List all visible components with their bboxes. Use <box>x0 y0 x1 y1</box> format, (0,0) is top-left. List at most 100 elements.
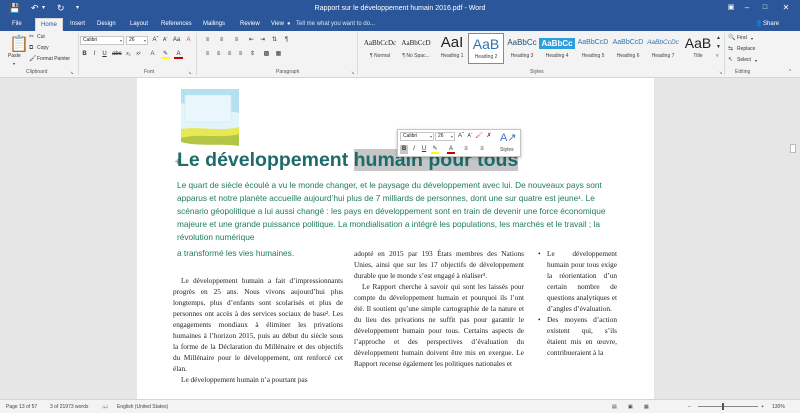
subscript-button[interactable]: x₂ <box>124 50 133 59</box>
ribbon-display-icon[interactable]: ▣ <box>724 2 738 14</box>
underline-button[interactable]: U <box>100 50 109 59</box>
style-heading-5[interactable]: AaBbCcD Heading 5 <box>575 33 611 64</box>
tab-review[interactable]: Review <box>240 20 260 28</box>
paragraph-dialog-launcher-icon[interactable]: ↘ <box>351 69 354 76</box>
clear-formatting-icon[interactable]: A <box>184 36 193 45</box>
close-icon[interactable]: ✕ <box>779 2 793 14</box>
tab-design[interactable]: Design <box>97 20 116 28</box>
align-left-icon[interactable]: ≡ <box>203 50 212 59</box>
select-button[interactable]: Select <box>737 57 751 64</box>
web-layout-icon[interactable]: ▦ <box>644 403 649 411</box>
format-painter-icon[interactable]: 🖌 <box>475 132 483 141</box>
shrink-font-icon[interactable]: Aˇ <box>466 132 474 141</box>
mini-styles-button[interactable]: Styles <box>500 147 514 154</box>
clear-formatting-icon[interactable]: ✗ <box>485 132 493 141</box>
font-dialog-launcher-icon[interactable]: ↘ <box>188 69 191 76</box>
highlight-color-icon[interactable]: ✎ <box>431 145 439 154</box>
zoom-slider-handle[interactable] <box>722 403 724 410</box>
text-column-3[interactable]: • Le développement humain pour tous exige… <box>537 248 617 358</box>
word-count[interactable]: 3 of 21973 words <box>50 403 88 411</box>
font-name-box[interactable]: Calibri ▾ <box>80 36 124 45</box>
align-right-icon[interactable]: ≡ <box>225 50 234 59</box>
style-title[interactable]: AaB Title <box>680 33 716 64</box>
style-heading-4[interactable]: AaBbCc Heading 4 <box>539 33 575 64</box>
intro-paragraph-continued[interactable]: a transformé les vies humaines. <box>177 247 294 259</box>
style-heading-6[interactable]: AaBbCcD Heading 6 <box>610 33 646 64</box>
align-center-icon[interactable]: ≡ <box>214 50 223 59</box>
style-no-spacing[interactable]: AaBbCcD ¶ No Spac... <box>398 33 434 64</box>
paste-dropdown-icon[interactable]: ▾ <box>13 60 15 67</box>
vertical-scrollbar[interactable] <box>786 78 800 399</box>
text-effects-icon[interactable]: A <box>148 50 157 59</box>
paste-button[interactable]: Paste <box>8 53 21 60</box>
mini-underline-button[interactable]: U <box>420 145 428 154</box>
print-layout-icon[interactable]: ▣ <box>628 403 633 411</box>
strikethrough-button[interactable]: abc <box>112 50 122 59</box>
mini-font-name-box[interactable]: Calibri ▾ <box>400 132 434 141</box>
line-spacing-icon[interactable]: ⇕ <box>248 50 257 59</box>
grow-font-icon[interactable]: Aˆ <box>151 36 160 45</box>
proofing-icon[interactable]: 📖 <box>102 403 108 411</box>
text-column-1[interactable]: Le développement humain a fait d’impress… <box>173 275 343 385</box>
justify-icon[interactable]: ≡ <box>236 50 245 59</box>
tab-view[interactable]: View <box>271 20 284 28</box>
mini-bold-button[interactable]: B <box>400 145 408 154</box>
zoom-slider[interactable] <box>698 406 758 407</box>
page-count[interactable]: Page 13 of 57 <box>6 403 37 411</box>
font-size-box[interactable]: 26 ▾ <box>126 36 148 45</box>
zoom-level[interactable]: 130% <box>772 403 785 411</box>
paste-icon[interactable]: 📋 <box>9 37 29 53</box>
increase-indent-icon[interactable]: ⇥ <box>258 36 267 45</box>
bold-button[interactable]: B <box>80 50 89 59</box>
copy-button[interactable]: Copy <box>37 45 49 52</box>
select-dropdown-icon[interactable]: ▾ <box>755 57 757 64</box>
tab-references[interactable]: References <box>161 20 192 28</box>
collapse-ribbon-icon[interactable]: ⌃ <box>788 69 792 76</box>
shading-icon[interactable]: ▩ <box>262 50 271 59</box>
style-heading-1[interactable]: AaI Heading 1 <box>434 33 470 64</box>
tell-me-box[interactable]: Tell me what you want to do... <box>296 20 375 28</box>
minimize-icon[interactable]: – <box>740 2 754 14</box>
intro-paragraph[interactable]: Le quart de siècle écoulé a vu le monde … <box>177 179 627 244</box>
mini-font-size-box[interactable]: 26 ▾ <box>435 132 455 141</box>
language-status[interactable]: English (United States) <box>117 403 168 411</box>
text-column-2[interactable]: adopté en 2015 par 193 États membres des… <box>354 248 524 369</box>
change-case-icon[interactable]: Aa <box>172 36 181 45</box>
style-normal[interactable]: AaBbCcDc ¶ Normal <box>362 33 398 64</box>
borders-icon[interactable]: ▦ <box>274 50 283 59</box>
decrease-indent-icon[interactable]: ⇤ <box>247 36 256 45</box>
superscript-button[interactable]: x² <box>134 50 143 59</box>
numbering-icon[interactable]: ≡ <box>217 36 226 45</box>
tab-mailings[interactable]: Mailings <box>203 20 225 28</box>
document-page[interactable]: ✚ Le développement humain pour tous Le q… <box>137 78 654 399</box>
styles-icon[interactable]: A↗ <box>500 132 517 144</box>
grow-font-icon[interactable]: Aˆ <box>457 132 465 141</box>
tab-layout[interactable]: Layout <box>130 20 148 28</box>
find-dropdown-icon[interactable]: ▾ <box>751 35 753 42</box>
zoom-in-icon[interactable]: + <box>761 403 764 411</box>
style-heading-2[interactable]: AaB Heading 2 <box>468 33 504 64</box>
maximize-icon[interactable]: □ <box>758 2 772 14</box>
mini-italic-button[interactable]: I <box>410 145 418 154</box>
font-color-icon[interactable]: A <box>447 145 455 154</box>
replace-button[interactable]: Replace <box>737 46 755 53</box>
tab-home[interactable]: Home <box>35 18 64 31</box>
highlight-color-icon[interactable]: ✎ <box>161 50 170 59</box>
share-button[interactable]: Share <box>763 20 779 28</box>
multilevel-list-icon[interactable]: ≡ <box>232 36 241 45</box>
scrollbar-thumb[interactable] <box>790 144 796 153</box>
clipboard-dialog-launcher-icon[interactable]: ↘ <box>70 69 73 76</box>
font-color-icon[interactable]: A <box>174 50 183 59</box>
bullets-icon[interactable]: ≡ <box>203 36 212 45</box>
tab-insert[interactable]: Insert <box>70 20 85 28</box>
styles-scroll-up-icon[interactable]: ▲ <box>716 35 721 42</box>
find-button[interactable]: Find <box>737 35 747 42</box>
zoom-out-icon[interactable]: – <box>688 403 691 411</box>
styles-more-icon[interactable]: ▿ <box>716 53 719 60</box>
bullets-icon[interactable]: ≡ <box>462 145 470 154</box>
style-heading-3[interactable]: AaBbCc Heading 3 <box>504 33 540 64</box>
tab-file[interactable]: File <box>12 20 22 28</box>
shrink-font-icon[interactable]: Aˇ <box>161 36 170 45</box>
style-heading-7[interactable]: AaBbCcDc Heading 7 <box>645 33 681 64</box>
sort-icon[interactable]: ⇅ <box>270 36 279 45</box>
